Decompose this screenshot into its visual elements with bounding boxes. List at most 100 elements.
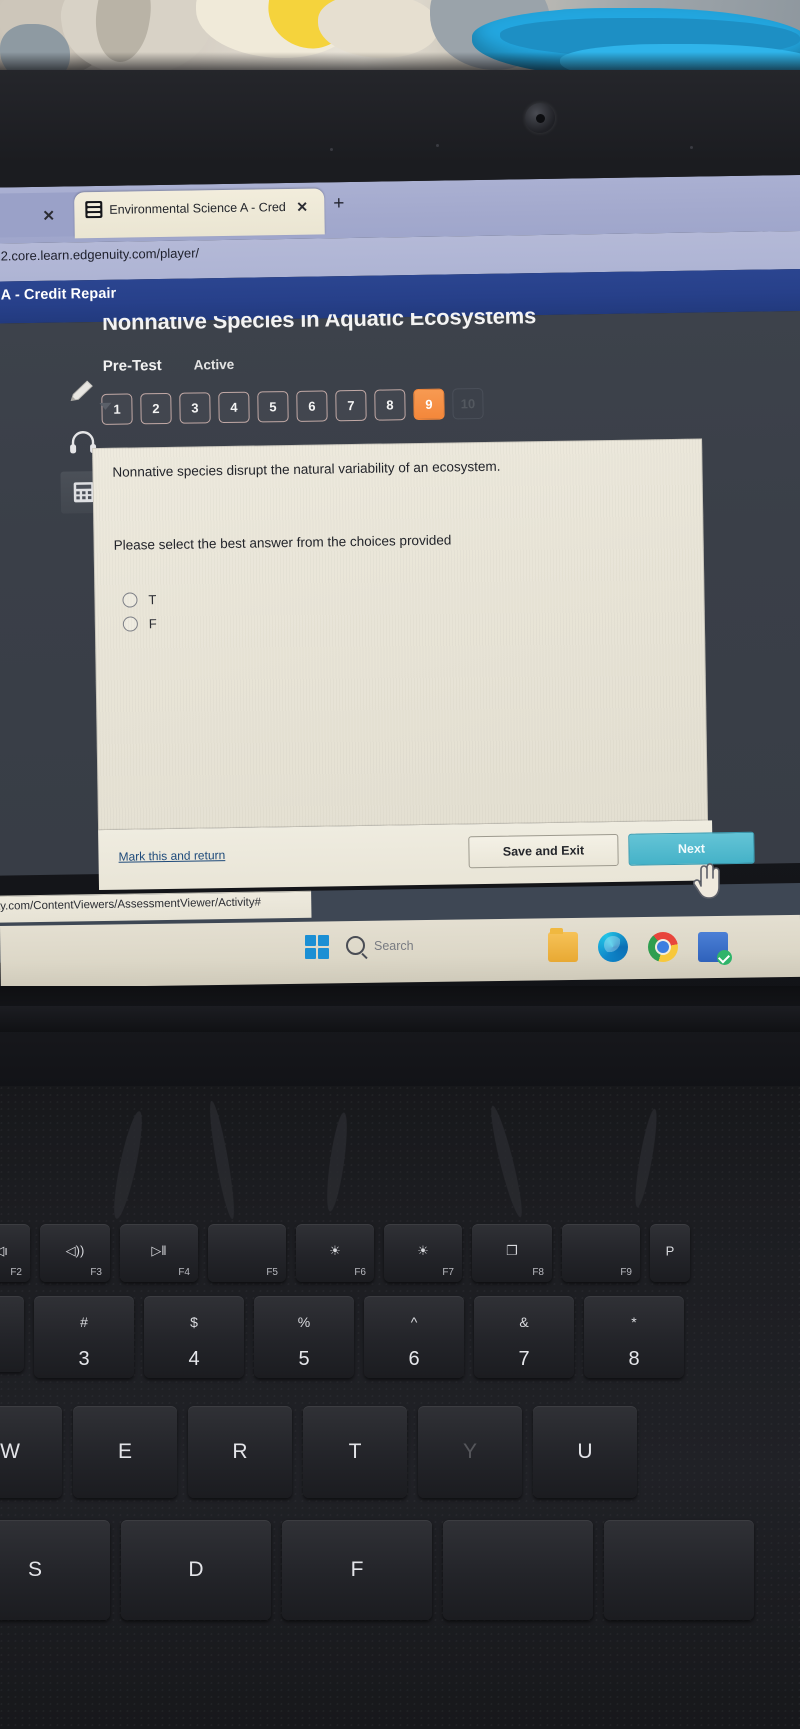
question-number-8[interactable]: 8	[374, 389, 406, 421]
key-base-legend: R	[232, 1440, 248, 1463]
key-f8[interactable]: ❐ F8	[472, 1224, 552, 1282]
key-s[interactable]: S	[0, 1520, 110, 1620]
windows-start-icon[interactable]	[305, 935, 329, 959]
key-shift-legend: ^	[410, 1314, 418, 1331]
background-clutter	[0, 0, 800, 78]
key-shift-legend: %	[297, 1314, 311, 1331]
pencil-icon[interactable]	[59, 371, 112, 414]
key-shift-legend: *	[631, 1314, 637, 1331]
key-y[interactable]: Y	[418, 1406, 522, 1498]
key-p[interactable]: P	[650, 1224, 690, 1282]
key-4[interactable]: $4	[144, 1296, 244, 1378]
key-base-legend: 5	[298, 1348, 310, 1371]
taskbar-app-icons[interactable]	[548, 928, 732, 965]
question-stem: Nonnative species disrupt the natural va…	[112, 458, 501, 480]
radio-button-F[interactable]	[122, 615, 138, 632]
keyboard-function-row[interactable]: ◁ıF2 ◁)) F3 ▷‖ F4 F5 ☀ F6 ☀ F7 ❐ F8 F9 P	[0, 1224, 690, 1282]
question-number-7[interactable]: 7	[335, 389, 367, 422]
key-t[interactable]: T	[303, 1406, 407, 1498]
play-pause-icon: ▷‖	[151, 1242, 167, 1258]
answer-choice-T[interactable]: T	[122, 587, 157, 612]
microsoft-store-icon[interactable]	[698, 932, 732, 965]
question-number-6[interactable]: 6	[296, 390, 328, 422]
file-explorer-icon[interactable]	[548, 928, 578, 962]
answer-choice-label: F	[148, 615, 157, 631]
blank-icon: P	[665, 1243, 675, 1259]
key-3[interactable]: #3	[34, 1296, 134, 1378]
browser-tab-title: Environmental Science A - Cred	[109, 200, 286, 217]
question-number-2[interactable]: 2	[140, 392, 172, 425]
key-f2[interactable]: ◁ıF2	[0, 1224, 30, 1282]
keyboard-home-row[interactable]: SDF	[0, 1520, 754, 1620]
answer-choice-list[interactable]: TF	[122, 587, 157, 636]
keyboard-number-row[interactable]: #3 $4% 5 ^ 6 & 7 * 8	[0, 1296, 684, 1378]
radio-button-T[interactable]	[122, 591, 138, 608]
key-legend: F3	[90, 1267, 102, 1278]
chrome-browser-icon[interactable]	[648, 932, 678, 962]
key-shift-legend: $	[190, 1314, 198, 1331]
taskbar-search[interactable]: Search	[346, 936, 414, 955]
question-number-9[interactable]: 9	[413, 388, 445, 421]
brightness-down-icon: ☀	[329, 1242, 341, 1258]
key-f5[interactable]: F5	[208, 1224, 286, 1282]
key-f[interactable]: F	[282, 1520, 432, 1620]
webcam-lens	[536, 114, 545, 123]
keyboard-letter-row[interactable]: WERTYU	[0, 1406, 637, 1498]
key-legend: F7	[442, 1267, 454, 1278]
question-card: Nonnative species disrupt the natural va…	[92, 438, 709, 831]
mark-this-and-return-link[interactable]: Mark this and return	[118, 848, 225, 864]
search-placeholder: Search	[374, 938, 414, 953]
question-number-nav[interactable]: 1 2 3 4 5 6 7 8 9 10	[101, 387, 484, 425]
key-f4[interactable]: ▷‖ F4	[120, 1224, 198, 1282]
laptop-lower-bezel	[0, 986, 800, 1086]
key-base-legend: Y	[462, 1440, 477, 1463]
key-base-legend: 4	[188, 1348, 200, 1371]
key-legend: F5	[266, 1267, 278, 1278]
key-partial-bottom-0[interactable]	[443, 1520, 593, 1620]
key-f7[interactable]: ☀ F7	[384, 1224, 462, 1282]
key-w[interactable]: W	[0, 1406, 62, 1498]
brightness-up-icon: ☀	[417, 1242, 429, 1258]
key-6[interactable]: ^ 6	[364, 1296, 464, 1378]
close-icon[interactable]: ✕	[42, 207, 55, 225]
question-number-5[interactable]: 5	[257, 391, 289, 423]
question-number-3[interactable]: 3	[179, 392, 211, 424]
key-f3[interactable]: ◁)) F3	[40, 1224, 110, 1282]
answer-choice-F[interactable]: F	[122, 611, 157, 636]
document-list-icon	[85, 200, 103, 219]
save-and-exit-button[interactable]: Save and Exit	[468, 833, 619, 869]
key-base-legend: 6	[408, 1348, 420, 1371]
key-base-legend: W	[0, 1440, 20, 1463]
key-partial-bottom-1[interactable]	[604, 1520, 754, 1620]
key-base-legend: U	[577, 1440, 593, 1463]
key-base-legend: D	[188, 1558, 204, 1581]
key-r[interactable]: R	[188, 1406, 292, 1498]
laptop-screen: ✕ Environmental Science A - Cred ✕ + r22…	[0, 174, 800, 963]
course-breadcrumb: ence A - Credit Repair	[0, 285, 117, 304]
question-number-4[interactable]: 4	[218, 391, 250, 424]
key-base-legend: E	[117, 1440, 132, 1463]
photo-of-laptop-screen: ✕ Environmental Science A - Cred ✕ + r22…	[0, 0, 800, 1729]
key-partial-left[interactable]	[0, 1296, 24, 1372]
stage-status-badge: Active	[193, 356, 235, 373]
key-e[interactable]: E	[73, 1406, 177, 1498]
key-f6[interactable]: ☀ F6	[296, 1224, 374, 1282]
key-base-legend: 3	[78, 1348, 90, 1371]
volume-down-icon: ◁))	[65, 1242, 85, 1258]
search-icon	[346, 936, 365, 955]
key-base-legend: 8	[628, 1348, 640, 1371]
key-legend: F2	[10, 1267, 22, 1278]
pointing-hand-cursor	[690, 860, 724, 900]
project-display-icon: ❐	[506, 1242, 518, 1258]
close-icon[interactable]: ✕	[296, 197, 308, 217]
key-7[interactable]: & 7	[474, 1296, 574, 1378]
key-5[interactable]: % 5	[254, 1296, 354, 1378]
new-tab-button[interactable]: +	[333, 193, 344, 214]
key-d[interactable]: D	[121, 1520, 271, 1620]
key-u[interactable]: U	[533, 1406, 637, 1498]
key-f9[interactable]: F9	[562, 1224, 640, 1282]
key-legend: F9	[620, 1267, 632, 1278]
key-8[interactable]: * 8	[584, 1296, 684, 1378]
key-base-legend: 7	[518, 1348, 530, 1371]
edge-browser-icon[interactable]	[598, 932, 628, 962]
